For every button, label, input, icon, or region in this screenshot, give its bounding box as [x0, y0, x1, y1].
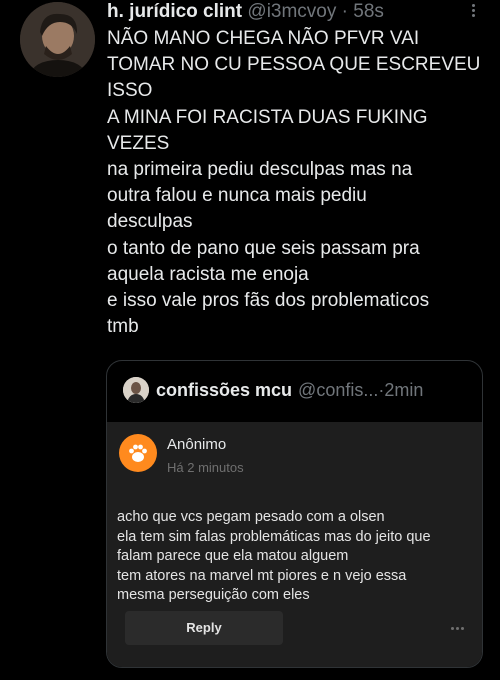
quoted-author-handle: @confis...: [298, 379, 379, 400]
tweet-text-line: VEZES: [107, 132, 170, 154]
tweet-text-line: o tanto de pano que seis passam pra: [107, 237, 420, 259]
question-body-line: ela tem sim falas problemáticas mas do j…: [117, 528, 431, 545]
card-more-icon[interactable]: [451, 627, 464, 630]
question-card: Anônimo Há 2 minutos acho que vcs pegam …: [107, 422, 482, 667]
question-time: Há 2 minutos: [167, 460, 244, 475]
author-name[interactable]: h. jurídico clint: [107, 1, 242, 22]
author-avatar[interactable]: [20, 2, 95, 77]
quoted-author-avatar: [123, 377, 149, 403]
question-body-line: mesma perseguição com eles: [117, 587, 310, 603]
tweet-text-line: outra falou e nunca mais pediu: [107, 185, 367, 207]
author-handle[interactable]: @i3mcvoy: [247, 1, 336, 22]
tweet-text-line: TOMAR NO CU PESSOA QUE ESCREVEU: [107, 54, 481, 76]
tweet-text: NÃO MANO CHEGA NÃO PFVR VAI TOMAR NO CU …: [107, 26, 481, 340]
question-body-line: falam parece que ela matou alguem: [117, 548, 349, 564]
paw-icon: [119, 434, 157, 472]
tweet-text-line: desculpas: [107, 211, 193, 233]
tweet-text-line: e isso vale pros fãs dos problematicos: [107, 290, 430, 312]
quoted-tweet-header: confissões mcu @confis... · 2min: [123, 376, 423, 404]
quoted-tweet[interactable]: confissões mcu @confis... · 2min Anônimo…: [106, 360, 483, 668]
reply-button[interactable]: Reply: [125, 611, 283, 645]
header-separator: ·: [336, 1, 354, 22]
tweet-time[interactable]: 58s: [353, 1, 384, 22]
tweet-text-line: ISSO: [107, 80, 153, 102]
more-options-icon[interactable]: [468, 2, 478, 20]
tweet-text-line: na primeira pediu desculpas mas na: [107, 159, 413, 181]
tweet-text-line: aquela racista me enoja: [107, 263, 309, 285]
tweet-text-line: A MINA FOI RACISTA DUAS FUKING: [107, 106, 428, 128]
question-body: acho que vcs pegam pesado com a olsen el…: [117, 508, 477, 606]
quoted-tweet-time: 2min: [384, 379, 424, 400]
quoted-author-name: confissões mcu: [156, 379, 293, 400]
question-body-line: tem atores na marvel mt piores e n vejo …: [117, 567, 407, 584]
tweet-text-line: NÃO MANO CHEGA NÃO PFVR VAI: [107, 28, 420, 49]
question-sender: Anônimo: [167, 436, 227, 453]
tweet-header: h. jurídico clint @i3mcvoy · 58s: [107, 0, 477, 24]
question-body-line: acho que vcs pegam pesado com a olsen: [117, 509, 385, 525]
tweet-text-line: tmb: [107, 316, 139, 338]
